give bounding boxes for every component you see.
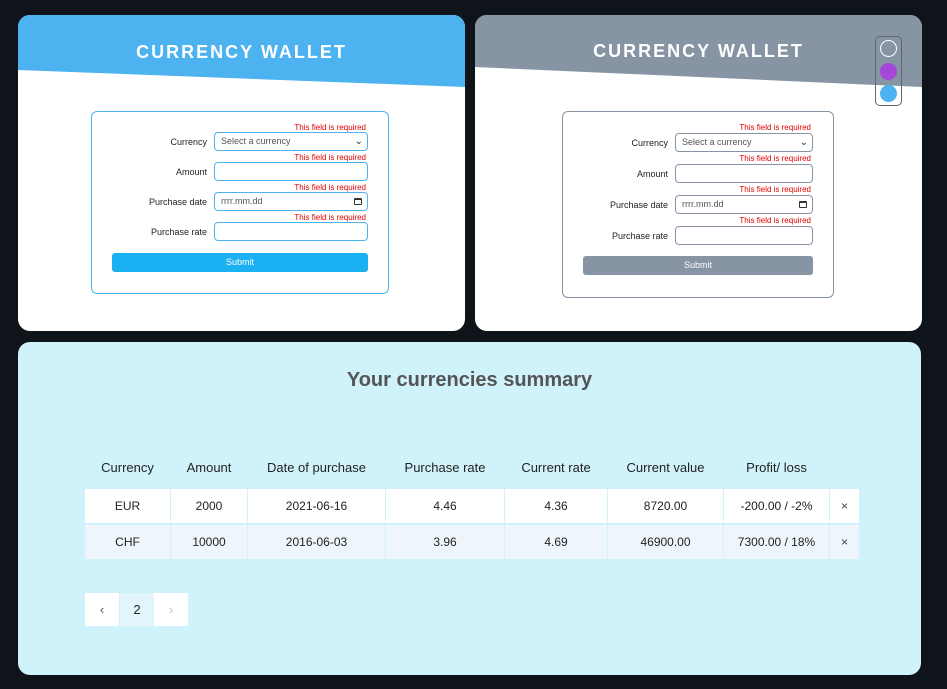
table-cell: 2021-06-16 (248, 489, 385, 523)
wallet-form: This field is required Currency Select a… (91, 111, 389, 294)
column-header-amount: Amount (186, 460, 232, 475)
table-cell: 46900.00 (608, 525, 723, 559)
currency-error: This field is required (294, 123, 366, 132)
calendar-icon[interactable] (799, 201, 807, 208)
theme-option-blue[interactable] (880, 85, 897, 102)
table-cell: 4.36 (505, 489, 607, 523)
pagination-prev-button[interactable]: ‹ (85, 593, 119, 626)
delete-row-button[interactable]: × (830, 525, 859, 559)
amount-error: This field is required (294, 153, 366, 162)
table-cell: -200.00 / -2% (724, 489, 829, 523)
amount-label: Amount (636, 169, 668, 179)
wallet-card-blue: CURRENCY WALLET This field is required C… (18, 15, 465, 331)
summary-title: Your currencies summary (346, 369, 593, 391)
amount-error: This field is required (739, 154, 811, 163)
chevron-down-icon: ⌄ (799, 137, 808, 148)
table-cell: 10000 (171, 525, 247, 559)
amount-input[interactable] (675, 164, 813, 183)
amount-label: Amount (175, 167, 207, 177)
purchase-date-input[interactable]: rrrr.mm.dd (214, 192, 368, 211)
column-header-current-rate: Current rate (521, 460, 591, 475)
currency-error: This field is required (739, 123, 811, 132)
purchase-date-error: This field is required (739, 185, 811, 194)
column-header-purchase-rate: Purchase rate (404, 460, 486, 475)
purchase-date-error: This field is required (294, 183, 366, 192)
wallet-form: This field is required Currency Select a… (562, 111, 834, 298)
purchase-rate-error: This field is required (739, 216, 811, 225)
theme-switcher (875, 36, 902, 106)
currency-select-value: Select a currency (682, 137, 752, 147)
chevron-down-icon: ⌄ (354, 136, 363, 147)
column-header-date-of-purchase: Date of purchase (266, 460, 366, 475)
calendar-icon[interactable] (354, 198, 362, 205)
table-cell: 4.46 (386, 489, 504, 523)
wallet-card-gray: CURRENCY WALLET This field is required C… (475, 15, 922, 331)
table-cell: 7300.00 / 18% (724, 525, 829, 559)
column-header-current-value: Current value (626, 460, 705, 475)
purchase-date-label: Purchase date (609, 200, 668, 210)
purchase-rate-label: Purchase rate (611, 231, 668, 241)
submit-button[interactable]: Submit (583, 256, 813, 275)
purchase-rate-error: This field is required (294, 213, 366, 222)
theme-option-purple[interactable] (880, 63, 897, 80)
theme-option-light[interactable] (880, 40, 897, 57)
table-cell: 8720.00 (608, 489, 723, 523)
currencies-summary: Your currencies summary Currency Amount … (18, 342, 921, 675)
pagination-next-button[interactable]: › (154, 593, 188, 626)
amount-input[interactable] (214, 162, 368, 181)
date-placeholder: rrrr.mm.dd (221, 196, 263, 206)
table-cell: CHF (85, 525, 170, 559)
table-cell: EUR (85, 489, 170, 523)
card-title: CURRENCY WALLET (593, 41, 804, 61)
currency-label: Currency (631, 138, 668, 148)
purchase-rate-input[interactable] (214, 222, 368, 241)
purchase-date-label: Purchase date (148, 197, 207, 207)
table-cell: 4.69 (505, 525, 607, 559)
table-cell: 2016-06-03 (248, 525, 385, 559)
pagination-page-button[interactable]: 2 (120, 593, 154, 626)
purchase-rate-input[interactable] (675, 226, 813, 245)
delete-row-button[interactable]: × (830, 489, 859, 523)
column-header-profit-loss: Profit/ loss (746, 460, 807, 475)
currency-select[interactable]: Select a currency ⌄ (675, 133, 813, 152)
table-cell: 3.96 (386, 525, 504, 559)
card-title: CURRENCY WALLET (136, 42, 347, 62)
submit-button[interactable]: Submit (112, 253, 368, 272)
purchase-date-input[interactable]: rrrr.mm.dd (675, 195, 813, 214)
table-cell: 2000 (171, 489, 247, 523)
column-header-currency: Currency (101, 460, 154, 475)
currency-select-value: Select a currency (221, 136, 291, 146)
date-placeholder: rrrr.mm.dd (682, 199, 724, 209)
currency-select[interactable]: Select a currency ⌄ (214, 132, 368, 151)
purchase-rate-label: Purchase rate (150, 227, 207, 237)
currency-label: Currency (170, 137, 207, 147)
